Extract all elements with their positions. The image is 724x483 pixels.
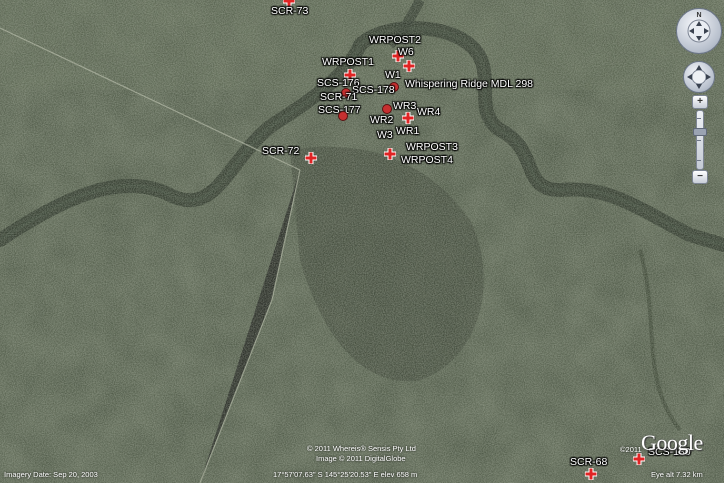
label-scr-71: SCR-71 xyxy=(320,91,358,103)
zoom-tick xyxy=(697,118,701,119)
copyright-small: ©2011 xyxy=(620,445,642,454)
marker-w6[interactable] xyxy=(403,60,415,72)
zoom-in-button[interactable]: + xyxy=(692,95,708,109)
label-wr1: WR1 xyxy=(396,125,420,137)
cross-marker-icon xyxy=(403,60,415,72)
copyright-whereis: © 2011 Whereis® Sensis Pty Ltd xyxy=(307,444,416,453)
look-ring-icon xyxy=(687,65,711,89)
cross-marker-icon xyxy=(402,112,414,124)
marker-wr4[interactable] xyxy=(402,112,414,124)
label-wr3: WR3 xyxy=(393,100,417,112)
label-wr2: WR2 xyxy=(370,114,394,126)
eye-altitude: Eye alt 7.32 km xyxy=(651,470,703,479)
compass-ring-icon: N xyxy=(687,12,711,43)
copyright-digitalglobe: Image © 2011 DigitalGlobe xyxy=(316,454,406,463)
marker-wrpost3[interactable] xyxy=(384,148,396,160)
cross-marker-icon xyxy=(384,148,396,160)
marker-scr-72[interactable] xyxy=(305,152,317,164)
zoom-slider-knob[interactable] xyxy=(693,128,707,136)
zoom-out-button[interactable]: − xyxy=(692,170,708,184)
coordinates-readout: 17°57'07.63" S 145°25'20.53" E elev 658 … xyxy=(273,470,418,479)
label-wrpost1: WRPOST1 xyxy=(322,56,374,68)
label-scr-72: SCR-72 xyxy=(262,145,300,157)
navigation-ring[interactable]: N xyxy=(676,8,722,54)
label-wrpost2: WRPOST2 xyxy=(369,34,421,46)
google-logo: Google xyxy=(641,430,703,455)
label-w1: W1 xyxy=(385,69,401,81)
label-wr4: WR4 xyxy=(417,106,441,118)
label-whispering-ridge: Whispering Ridge MDL 298 xyxy=(405,78,534,90)
label-w3: W3 xyxy=(377,129,393,141)
terrain-layer xyxy=(0,0,724,483)
zoom-tick xyxy=(697,160,701,161)
look-ring[interactable] xyxy=(683,61,715,93)
cross-marker-icon xyxy=(305,152,317,164)
satellite-map[interactable]: SCR-73 WRPOST2 W6 WRPOST1 W1 Whispering … xyxy=(0,0,724,483)
label-w6: W6 xyxy=(398,46,414,58)
marker-wr3[interactable] xyxy=(382,104,392,114)
label-wrpost4: WRPOST4 xyxy=(401,154,453,166)
status-bar: Imagery Date: Sep 20, 2003 17°57'07.63" … xyxy=(0,467,724,483)
label-wrpost3: WRPOST3 xyxy=(406,141,458,153)
label-scr-73: SCR-73 xyxy=(271,5,309,17)
label-scs-178: SCS-178 xyxy=(352,84,395,96)
svg-text:N: N xyxy=(696,12,701,19)
imagery-date: Imagery Date: Sep 20, 2003 xyxy=(4,470,98,479)
zoom-tick xyxy=(697,140,701,141)
marker-scs-177[interactable] xyxy=(338,111,348,121)
